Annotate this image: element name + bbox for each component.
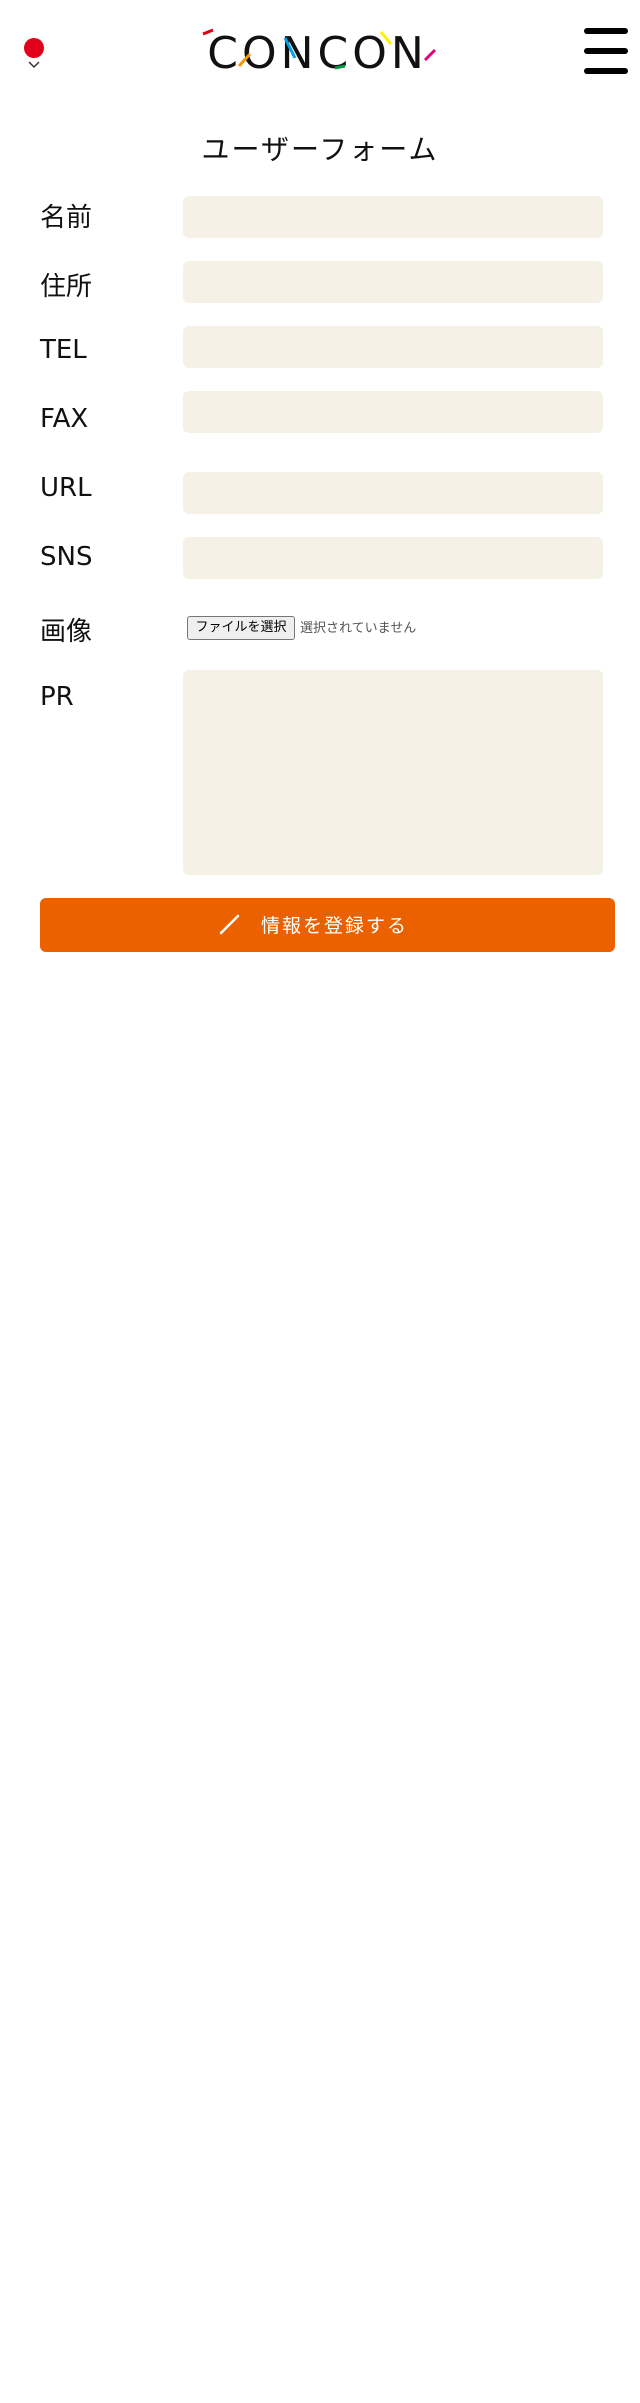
register-button[interactable]: 情報を登録する bbox=[40, 898, 615, 952]
name-label: 名前 bbox=[40, 203, 93, 233]
pr-textarea[interactable] bbox=[183, 670, 603, 875]
tel-label: TEL bbox=[40, 335, 87, 365]
logo[interactable]: CONCON bbox=[195, 28, 440, 76]
choose-file-button[interactable]: ファイルを選択 bbox=[187, 616, 295, 640]
chevron-down-icon[interactable] bbox=[27, 58, 41, 72]
address-label: 住所 bbox=[40, 272, 93, 302]
url-label: URL bbox=[40, 473, 92, 503]
sns-field[interactable] bbox=[183, 537, 603, 579]
name-field[interactable] bbox=[183, 196, 603, 238]
sns-label: SNS bbox=[40, 542, 93, 572]
file-status-text: 選択されていません bbox=[300, 621, 417, 636]
fax-label: FAX bbox=[40, 404, 89, 434]
pr-label: PR bbox=[40, 682, 74, 712]
language-flag-icon[interactable] bbox=[24, 38, 44, 58]
pencil-icon bbox=[219, 914, 240, 935]
fax-field[interactable] bbox=[183, 391, 603, 433]
register-button-label: 情報を登録する bbox=[261, 915, 409, 937]
site-header: CONCON bbox=[0, 0, 640, 110]
tel-field[interactable] bbox=[183, 326, 603, 368]
image-label: 画像 bbox=[40, 617, 93, 647]
page-title: ユーザーフォーム bbox=[201, 133, 439, 166]
hamburger-menu-icon[interactable] bbox=[584, 28, 628, 74]
address-field[interactable] bbox=[183, 261, 603, 303]
url-field[interactable] bbox=[183, 472, 603, 514]
logo-text: CONCON bbox=[207, 28, 428, 76]
